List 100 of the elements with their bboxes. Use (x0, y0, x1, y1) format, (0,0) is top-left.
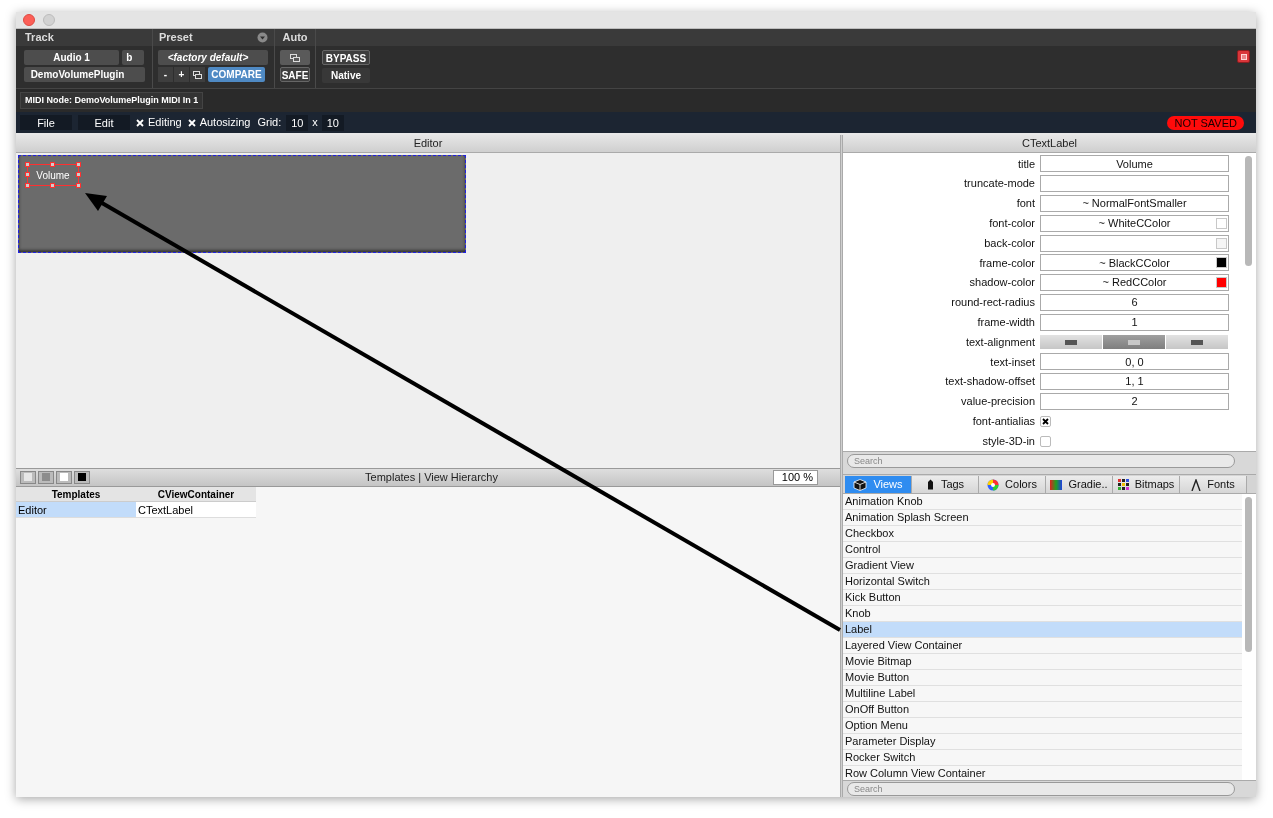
checkbox[interactable] (1040, 435, 1051, 447)
dropdown-icon[interactable] (257, 32, 268, 43)
background-swatch-button[interactable] (38, 470, 54, 484)
tab[interactable]: Bitmaps (1113, 476, 1180, 493)
view-list-item[interactable]: Checkbox (843, 526, 1242, 542)
property-field[interactable]: ~ WhiteCColor (1040, 214, 1229, 232)
view-list-item[interactable]: Horizontal Switch (843, 574, 1242, 590)
view-list-item[interactable]: Rocker Switch (843, 750, 1242, 766)
property-field[interactable]: 0, 0 (1040, 353, 1229, 371)
alignment-button[interactable] (1040, 335, 1102, 350)
background-swatch-button[interactable] (74, 470, 90, 484)
panel-title: CTextLabel (1021, 136, 1077, 152)
tab[interactable]: Gradie.. (1046, 476, 1113, 493)
separator-text: x (312, 115, 318, 131)
property-field[interactable] (1040, 175, 1229, 193)
tab[interactable]: Tags (912, 476, 979, 493)
property-field[interactable]: 1, 1 (1040, 373, 1229, 391)
cube-icon (853, 478, 868, 491)
property-label: shadow-color (968, 275, 1036, 291)
resize-handle[interactable] (50, 183, 55, 188)
view-list-item[interactable]: Option Menu (843, 718, 1242, 734)
column-heading: Preset (159, 30, 193, 46)
property-field[interactable] (1040, 234, 1229, 252)
checkbox[interactable] (1040, 415, 1051, 427)
view-list-item[interactable]: Row Column View Container (843, 766, 1242, 780)
plugin-view[interactable]: Volume (18, 155, 466, 253)
property-label: text-alignment (964, 334, 1036, 350)
zoom-field[interactable]: 100 % (773, 469, 818, 485)
property-field[interactable]: 1 (1040, 313, 1229, 331)
preset-dropdown[interactable]: <factory default> (158, 50, 268, 65)
field-value: ~ BlackCColor (1099, 255, 1170, 271)
selected-label[interactable]: Volume (27, 164, 79, 186)
view-list-item[interactable]: Layered View Container (843, 638, 1242, 654)
resize-handle[interactable] (76, 183, 81, 188)
track-dropdown[interactable]: Audio 1 (24, 50, 120, 65)
grid-field[interactable]: 10 (321, 114, 344, 131)
copy-button[interactable] (190, 67, 205, 82)
grid-field[interactable]: 10 (286, 114, 309, 131)
column-heading: Auto (282, 30, 308, 46)
field-value: 1, 1 (1125, 374, 1144, 390)
background-swatch-button[interactable] (56, 470, 72, 484)
previous-preset-button[interactable]: - (158, 67, 173, 82)
field-value: Volume (1116, 156, 1153, 172)
resize-handle[interactable] (25, 183, 30, 188)
safe-button[interactable]: SAFE (280, 67, 310, 82)
plugin-dropdown[interactable]: DemoVolumePlugin (24, 67, 145, 82)
tab[interactable]: Fonts (1180, 476, 1247, 493)
close-button[interactable] (23, 14, 35, 26)
window-toggle-button[interactable] (1237, 50, 1250, 63)
menu-button[interactable]: File (20, 115, 72, 130)
property-field[interactable]: Volume (1040, 155, 1229, 173)
view-list-item[interactable]: Multiline Label (843, 686, 1242, 702)
tag-icon (925, 479, 935, 490)
view-list-item[interactable]: Knob (843, 606, 1242, 622)
checkbox[interactable] (136, 116, 144, 129)
property-label: font (1015, 196, 1036, 212)
field-value: 6 (1131, 295, 1138, 311)
next-preset-button[interactable]: + (174, 67, 189, 82)
align-right-icon (1191, 339, 1203, 345)
view-list-item[interactable]: Control (843, 542, 1242, 558)
native-label: Native (322, 68, 370, 83)
status-badge: NOT SAVED (1167, 115, 1244, 130)
property-label: style-3D-in (981, 433, 1036, 449)
view-list-item[interactable]: Animation Knob (843, 494, 1242, 510)
checkbox[interactable] (187, 116, 196, 129)
alignment-button[interactable] (1103, 335, 1165, 350)
view-list-item[interactable]: Animation Splash Screen (843, 510, 1242, 526)
bypass-button[interactable]: BYPASS (322, 50, 370, 65)
checkbox-label: Autosizing (199, 115, 251, 131)
view-list-item[interactable]: Kick Button (843, 590, 1242, 606)
field-value: 0, 0 (1125, 354, 1144, 370)
search-field[interactable]: Search (847, 782, 1235, 796)
alignment-button[interactable] (1166, 335, 1228, 350)
auto-window-button[interactable] (280, 50, 310, 65)
track-letter-dropdown[interactable]: b (122, 50, 144, 65)
property-label: frame-width (976, 315, 1036, 330)
menu-button[interactable]: Edit (78, 115, 130, 130)
grid-icon (1117, 479, 1129, 490)
property-field[interactable]: ~ NormalFontSmaller (1040, 195, 1229, 212)
view-list-item[interactable]: Gradient View (843, 558, 1242, 574)
property-field[interactable]: 6 (1040, 293, 1229, 311)
minimize-button[interactable] (43, 14, 55, 26)
view-list-item[interactable]: Parameter Display (843, 734, 1242, 750)
compare-button[interactable]: COMPARE (208, 67, 265, 82)
field-value: ~ NormalFontSmaller (1082, 196, 1187, 212)
property-label: font-color (988, 216, 1036, 232)
view-list-item[interactable]: Movie Bitmap (843, 654, 1242, 670)
background-swatch-button[interactable] (20, 470, 36, 484)
view-list-item[interactable]: Movie Button (843, 670, 1242, 686)
midi-node-label: MIDI Node: DemoVolumePlugin MIDI In 1 (20, 91, 204, 110)
view-list-item[interactable]: Label (843, 622, 1242, 638)
property-field[interactable]: 2 (1040, 392, 1229, 410)
column-heading: Track (25, 30, 54, 46)
color-wheel-icon (987, 478, 1000, 491)
view-list-item[interactable]: OnOff Button (843, 702, 1242, 718)
property-field[interactable]: ~ BlackCColor (1040, 254, 1229, 272)
property-field[interactable]: ~ RedCColor (1040, 274, 1229, 292)
search-field[interactable]: Search (847, 453, 1235, 468)
resize-handle[interactable] (50, 162, 55, 167)
tab[interactable]: Colors (979, 476, 1046, 493)
